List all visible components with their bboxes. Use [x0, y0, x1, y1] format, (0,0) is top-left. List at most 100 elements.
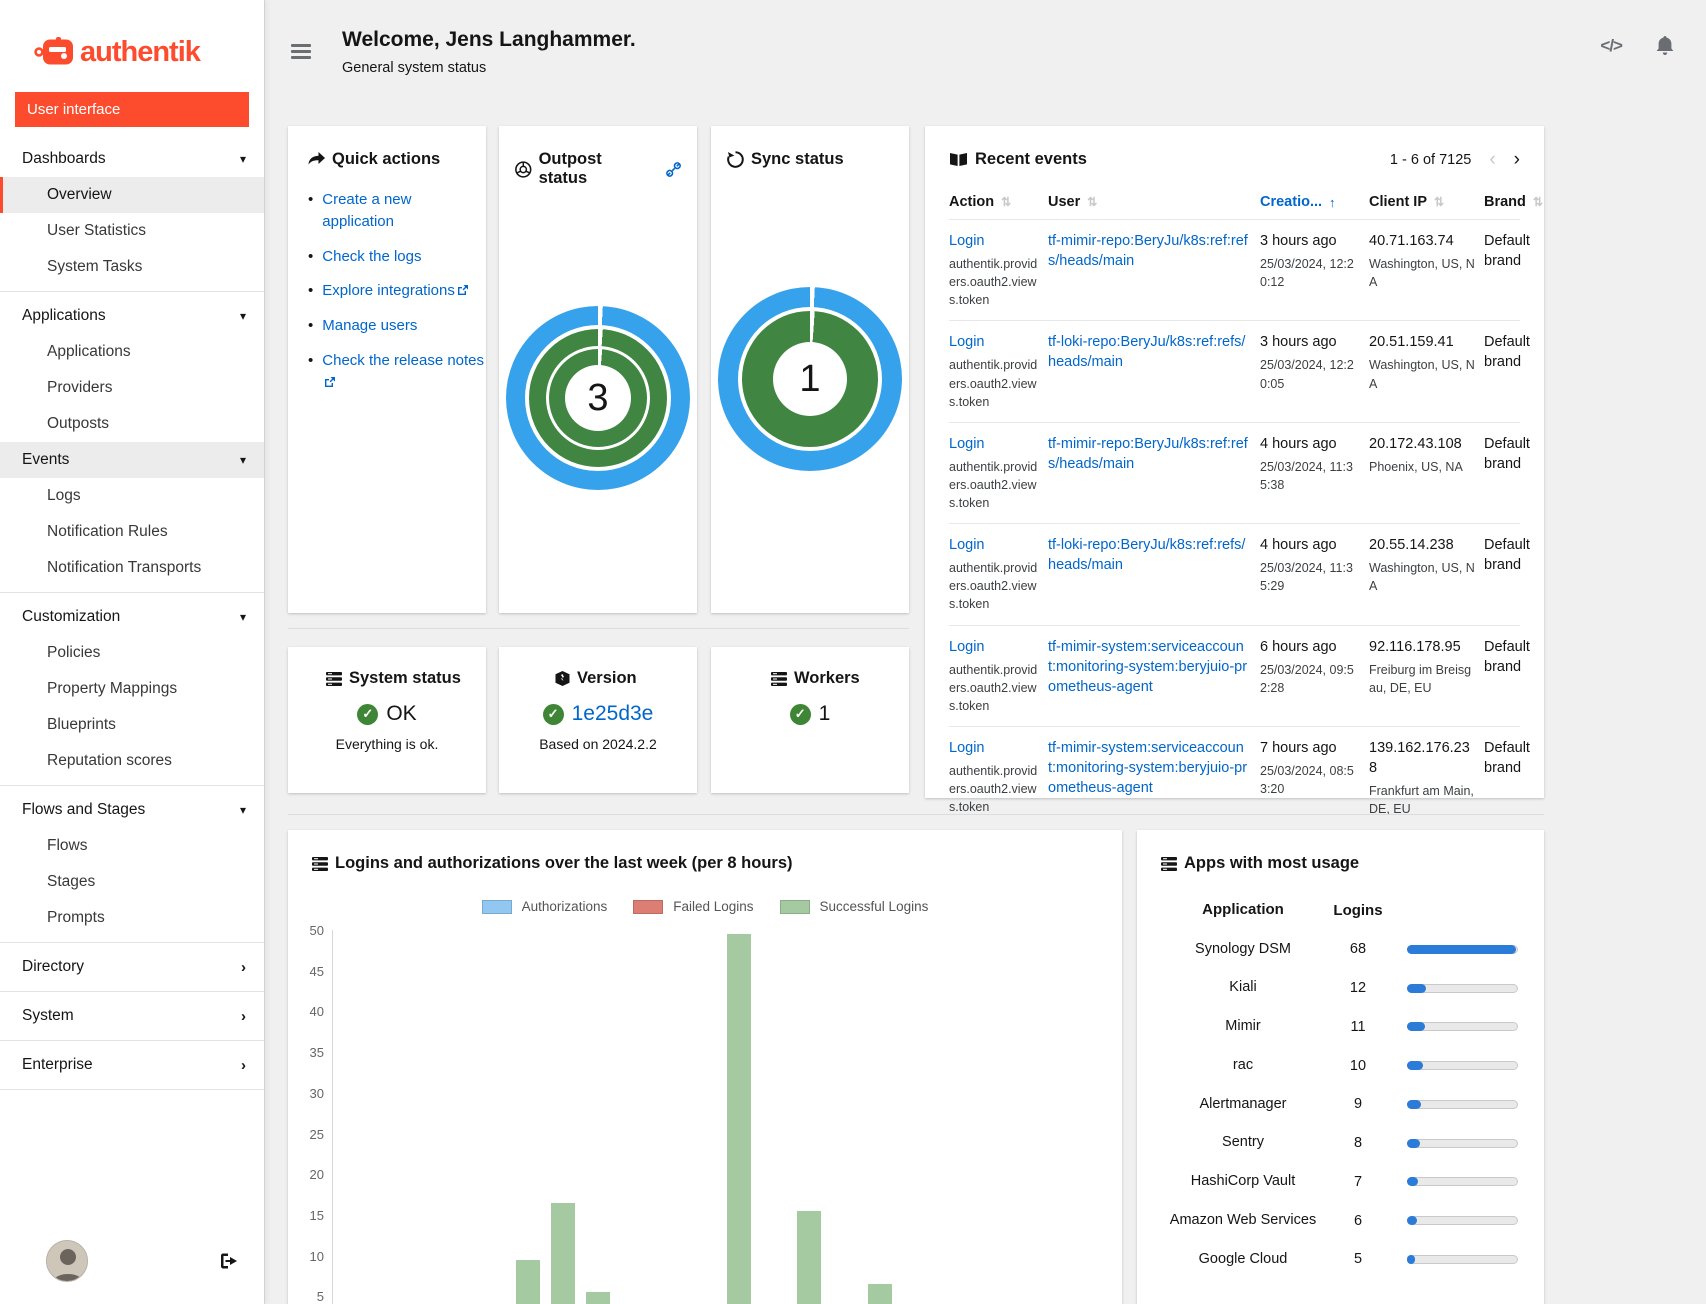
- event-user-link[interactable]: tf-loki-repo:BeryJu/k8s:ref:refs/heads/m…: [1048, 334, 1245, 370]
- app-usage-meter: [1407, 1139, 1518, 1148]
- sidebar-item-applications[interactable]: Applications: [0, 334, 264, 370]
- event-action-link[interactable]: Login: [949, 436, 984, 452]
- notifications-bell-icon[interactable]: [1656, 36, 1674, 56]
- sidebar-item-outposts[interactable]: Outposts: [0, 406, 264, 442]
- bullet-icon: •: [308, 246, 313, 268]
- sidebar-section-customization[interactable]: Customization▾: [0, 599, 264, 635]
- quick-action-link-check-the-logs[interactable]: Check the logs: [322, 246, 421, 268]
- logout-icon[interactable]: [220, 1253, 238, 1269]
- event-user-link[interactable]: tf-mimir-system:serviceaccount:monitorin…: [1048, 740, 1247, 796]
- app-name: Alertmanager: [1163, 1094, 1323, 1116]
- sidebar-section-directory[interactable]: Directory›: [0, 949, 264, 985]
- apps-row-synology-dsm: Synology DSM68: [1163, 939, 1518, 961]
- sidebar-item-policies[interactable]: Policies: [0, 635, 264, 671]
- event-ip: 20.55.14.238: [1369, 535, 1475, 555]
- sidebar-item-prompts[interactable]: Prompts: [0, 900, 264, 936]
- sidebar-section-label: Enterprise: [22, 1056, 93, 1074]
- legend-label: Authorizations: [522, 899, 608, 914]
- outpost-link-icon[interactable]: [666, 162, 681, 177]
- sort-icon[interactable]: ⇅: [1434, 195, 1444, 209]
- y-tick-label: 15: [298, 1208, 324, 1223]
- sidebar-section-enterprise[interactable]: Enterprise ›: [0, 1047, 264, 1083]
- events-table-header: Action⇅User⇅Creatio...↑Client IP⇅Brand⇅: [949, 183, 1520, 219]
- sidebar-item-stages[interactable]: Stages: [0, 864, 264, 900]
- event-row: Loginauthentik.providers.oauth2.views.to…: [949, 219, 1520, 320]
- sidebar-item-providers[interactable]: Providers: [0, 370, 264, 406]
- quick-action-link-manage-users[interactable]: Manage users: [322, 315, 417, 337]
- column-header-brand[interactable]: Brand⇅: [1484, 194, 1556, 210]
- sidebar-section-events[interactable]: Events▾: [0, 442, 264, 478]
- hamburger-menu-icon[interactable]: [291, 41, 311, 62]
- sidebar-nav: Dashboards▾OverviewUser StatisticsSystem…: [0, 133, 264, 1224]
- event-ip: 92.116.178.95: [1369, 637, 1475, 657]
- sidebar-item-logs[interactable]: Logs: [0, 478, 264, 514]
- version-value[interactable]: 1e25d3e: [572, 702, 654, 726]
- event-client-ip-cell: 20.55.14.238Washington, US, NA: [1369, 535, 1475, 613]
- event-user-cell: tf-mimir-repo:BeryJu/k8s:ref:refs/heads/…: [1048, 434, 1251, 512]
- legend-item-authorizations[interactable]: Authorizations: [482, 899, 608, 914]
- column-header-client-ip[interactable]: Client IP⇅: [1369, 194, 1475, 210]
- api-code-icon[interactable]: </>: [1600, 36, 1622, 56]
- event-action-link[interactable]: Login: [949, 740, 984, 756]
- sidebar-item-user-statistics[interactable]: User Statistics: [0, 213, 264, 249]
- sidebar-item-flows[interactable]: Flows: [0, 828, 264, 864]
- pagination-prev-icon[interactable]: ‹: [1489, 150, 1495, 169]
- column-header-label: Action: [949, 194, 994, 210]
- column-header-user[interactable]: User⇅: [1048, 194, 1251, 210]
- authentik-logo: authentik: [0, 0, 264, 78]
- event-user-link[interactable]: tf-mimir-repo:BeryJu/k8s:ref:refs/heads/…: [1048, 233, 1248, 269]
- system-status-card: System status ✓ OK Everything is ok.: [288, 647, 486, 793]
- quick-actions-card: Quick actions •Create a new application•…: [288, 126, 486, 613]
- event-user-link[interactable]: tf-mimir-system:serviceaccount:monitorin…: [1048, 639, 1247, 695]
- sort-icon[interactable]: ⇅: [1087, 195, 1097, 209]
- quick-action-link-check-the-release-notes[interactable]: Check the release notes: [322, 350, 486, 394]
- sidebar-section-label: Directory: [22, 958, 84, 976]
- event-row: Loginauthentik.providers.oauth2.views.to…: [949, 320, 1520, 421]
- chart-bar-successful-logins: [586, 1292, 610, 1304]
- sidebar-item-property-mappings[interactable]: Property Mappings: [0, 671, 264, 707]
- sidebar-item-notification-rules[interactable]: Notification Rules: [0, 514, 264, 550]
- app-usage-meter: [1407, 1177, 1518, 1186]
- pagination-next-icon[interactable]: ›: [1514, 150, 1520, 169]
- event-action-link[interactable]: Login: [949, 639, 984, 655]
- sync-status-donut: 1: [711, 287, 909, 471]
- event-action-link[interactable]: Login: [949, 334, 984, 350]
- chart-bar-successful-logins: [727, 934, 751, 1304]
- column-header-creation[interactable]: Creatio...↑: [1260, 194, 1360, 210]
- legend-label: Failed Logins: [673, 899, 753, 914]
- legend-item-successful-logins[interactable]: Successful Logins: [780, 899, 929, 914]
- server-icon: [1161, 857, 1177, 871]
- event-action-link[interactable]: Login: [949, 537, 984, 553]
- event-user-link[interactable]: tf-loki-repo:BeryJu/k8s:ref:refs/heads/m…: [1048, 537, 1245, 573]
- event-action-link[interactable]: Login: [949, 233, 984, 249]
- sidebar-section-system[interactable]: System›: [0, 998, 264, 1034]
- sidebar-item-system-tasks[interactable]: System Tasks: [0, 249, 264, 285]
- sidebar-item-overview[interactable]: Overview: [0, 177, 264, 213]
- legend-item-failed-logins[interactable]: Failed Logins: [633, 899, 753, 914]
- chevron-down-icon: ▾: [240, 610, 246, 624]
- sort-asc-icon[interactable]: ↑: [1329, 195, 1336, 210]
- sidebar-item-blueprints[interactable]: Blueprints: [0, 707, 264, 743]
- external-link-icon: [325, 377, 335, 387]
- y-tick-label: 50: [298, 926, 324, 938]
- authentik-logo-text: authentik: [80, 36, 200, 69]
- event-creation-cell: 4 hours ago25/03/2024, 11:35:38: [1260, 434, 1360, 512]
- sidebar-item-reputation-scores[interactable]: Reputation scores: [0, 743, 264, 779]
- sidebar-item-notification-transports[interactable]: Notification Transports: [0, 550, 264, 586]
- sidebar-section-applications[interactable]: Applications▾: [0, 298, 264, 334]
- avatar[interactable]: [46, 1240, 88, 1282]
- app-usage-meter-fill: [1407, 1061, 1423, 1070]
- column-header-action[interactable]: Action ⇅: [949, 194, 1039, 210]
- quick-action-link-explore-integrations[interactable]: Explore integrations: [322, 280, 468, 302]
- quick-action-item: •Explore integrations: [308, 280, 486, 302]
- event-brand-cell: Default brand: [1484, 637, 1556, 715]
- user-interface-button[interactable]: User interface: [15, 92, 249, 127]
- sort-icon[interactable]: ⇅: [1001, 195, 1011, 209]
- event-timestamp: 25/03/2024, 11:35:29: [1260, 559, 1360, 595]
- sidebar-section-dashboards[interactable]: Dashboards▾: [0, 141, 264, 177]
- event-user-link[interactable]: tf-mimir-repo:BeryJu/k8s:ref:refs/heads/…: [1048, 436, 1248, 472]
- quick-action-link-create-a-new-application[interactable]: Create a new application: [322, 189, 486, 233]
- sidebar-section-flows-and-stages[interactable]: Flows and Stages▾: [0, 792, 264, 828]
- sort-icon[interactable]: ⇅: [1533, 195, 1543, 209]
- chevron-right-icon: ›: [241, 1057, 246, 1074]
